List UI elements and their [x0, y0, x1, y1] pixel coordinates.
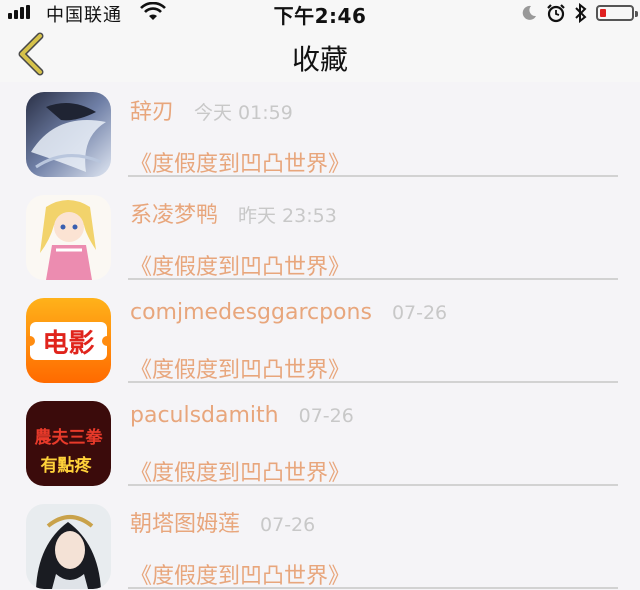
bluetooth-icon: [575, 3, 587, 23]
divider: [128, 381, 618, 383]
status-icons: [520, 2, 638, 24]
timestamp: 07-26: [260, 514, 316, 536]
anime-avatar-icon: [26, 92, 111, 177]
book-title: 《度假度到凹凸世界》: [130, 152, 351, 177]
text-avatar-icon: 農夫三拳 有點疼: [26, 401, 111, 486]
timestamp: 昨天 23:53: [238, 205, 337, 227]
favorites-list: 辞刃 今天 01:59 《度假度到凹凸世界》 系凌梦鸭 昨天 23:53 《度假…: [0, 82, 640, 590]
battery-icon: [596, 5, 638, 21]
battery-level: [600, 9, 607, 17]
list-item[interactable]: 朝塔图姆莲 07-26 《度假度到凹凸世界》: [0, 494, 640, 590]
avatar-text-line2: 有點疼: [41, 455, 93, 476]
username: 系凌梦鸭: [130, 203, 219, 228]
page-title: 收藏: [291, 43, 348, 76]
list-item[interactable]: 農夫三拳 有點疼 paculsdamith 07-26 《度假度到凹凸世界》: [0, 391, 640, 494]
avatar-text: 电影: [42, 329, 94, 359]
timestamp: 07-26: [298, 405, 354, 427]
username: paculsdamith: [130, 403, 279, 428]
username: 朝塔图姆莲: [130, 512, 241, 537]
timestamp: 07-26: [391, 302, 448, 324]
divider: [128, 587, 618, 589]
book-title: 《度假度到凹凸世界》: [130, 358, 351, 383]
favorites-screen: 中国联通 下午2:46 收藏 辞刃 今天 01:59 《度假度到凹凸世界》 系凌…: [0, 0, 640, 590]
avatar-text-line1: 農夫三拳: [35, 427, 104, 448]
alarm-icon: [547, 4, 565, 23]
movie-app-icon: 电影: [26, 298, 111, 383]
list-item[interactable]: 系凌梦鸭 昨天 23:53 《度假度到凹凸世界》: [0, 185, 640, 288]
anime-girl-avatar-icon: [26, 195, 111, 280]
book-title: 《度假度到凹凸世界》: [130, 255, 351, 280]
book-title: 《度假度到凹凸世界》: [130, 461, 351, 486]
list-item[interactable]: 辞刃 今天 01:59 《度假度到凹凸世界》: [0, 82, 640, 185]
divider: [128, 278, 618, 280]
book-title: 《度假度到凹凸世界》: [130, 564, 351, 589]
timestamp: 今天 01:59: [194, 102, 293, 124]
username: comjmedesggarcpons: [130, 300, 372, 325]
list-item[interactable]: 电影 comjmedesggarcpons 07-26 《度假度到凹凸世界》: [0, 288, 640, 391]
portrait-avatar-icon: [26, 504, 111, 589]
status-bar: 中国联通 下午2:46: [0, 0, 640, 28]
username: 辞刃: [130, 100, 175, 125]
divider: [128, 175, 618, 177]
nav-bar: 收藏: [0, 26, 640, 82]
divider: [128, 484, 618, 486]
moon-icon: [522, 5, 536, 20]
